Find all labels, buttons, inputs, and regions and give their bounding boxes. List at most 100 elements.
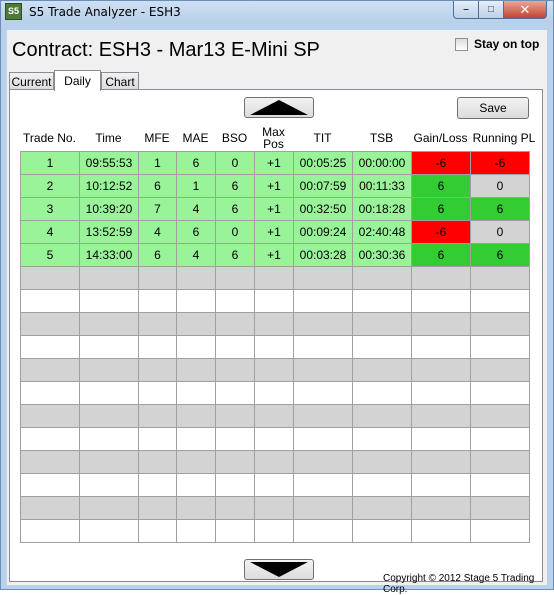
table-cell[interactable]	[254, 427, 294, 451]
table-cell[interactable]	[352, 473, 412, 497]
table-cell[interactable]	[411, 404, 471, 428]
empty-row[interactable]	[20, 266, 530, 290]
table-cell[interactable]	[176, 335, 216, 359]
table-cell[interactable]: 14:33:00	[79, 243, 139, 267]
table-cell[interactable]	[176, 266, 216, 290]
table-cell[interactable]	[352, 450, 412, 474]
table-cell[interactable]	[293, 381, 353, 405]
scroll-down-button[interactable]	[244, 559, 314, 580]
table-cell[interactable]: 09:55:53	[79, 151, 139, 175]
table-cell[interactable]	[411, 427, 471, 451]
table-cell[interactable]	[20, 473, 80, 497]
table-cell[interactable]: 4	[20, 220, 80, 244]
table-row[interactable]: 1 09:55:53 1 6 0 +1 00:05:25 00:00:00 -6 -6	[20, 151, 530, 175]
table-cell[interactable]	[293, 312, 353, 336]
table-cell[interactable]	[215, 312, 255, 336]
title-bar[interactable]: S5 S5 Trade Analyzer - ESH3 – □ ✕	[1, 1, 553, 23]
table-cell[interactable]	[176, 312, 216, 336]
scroll-up-button[interactable]	[244, 97, 314, 118]
table-cell[interactable]	[352, 519, 412, 543]
table-cell[interactable]	[138, 312, 177, 336]
table-cell[interactable]	[293, 335, 353, 359]
table-cell[interactable]	[254, 519, 294, 543]
maximize-button[interactable]: □	[479, 1, 504, 19]
column-header[interactable]: Trade No.	[20, 123, 79, 153]
table-cell[interactable]: -6	[411, 220, 471, 244]
table-cell[interactable]	[470, 496, 530, 520]
table-cell[interactable]	[352, 496, 412, 520]
table-cell[interactable]	[176, 427, 216, 451]
table-cell[interactable]: 02:40:48	[352, 220, 412, 244]
table-cell[interactable]	[79, 427, 139, 451]
table-cell[interactable]	[176, 381, 216, 405]
table-cell[interactable]	[79, 381, 139, 405]
table-cell[interactable]: 6	[138, 174, 177, 198]
table-cell[interactable]: 00:05:25	[293, 151, 353, 175]
table-cell[interactable]	[138, 335, 177, 359]
table-cell[interactable]	[79, 450, 139, 474]
table-cell[interactable]: 6	[215, 197, 255, 221]
column-header[interactable]: TSB	[352, 123, 411, 153]
table-cell[interactable]: 6	[176, 151, 216, 175]
table-row[interactable]: 5 14:33:00 6 4 6 +1 00:03:28 00:30:36 6 6	[20, 243, 530, 267]
table-cell[interactable]: 00:07:59	[293, 174, 353, 198]
table-cell[interactable]	[293, 519, 353, 543]
empty-row[interactable]	[20, 358, 530, 382]
table-cell[interactable]	[293, 427, 353, 451]
table-cell[interactable]	[254, 496, 294, 520]
table-cell[interactable]	[352, 358, 412, 382]
table-cell[interactable]	[215, 519, 255, 543]
table-cell[interactable]: 10:12:52	[79, 174, 139, 198]
empty-row[interactable]	[20, 289, 530, 313]
table-cell[interactable]: 00:32:50	[293, 197, 353, 221]
table-cell[interactable]	[411, 519, 471, 543]
table-cell[interactable]	[470, 473, 530, 497]
table-cell[interactable]: 00:09:24	[293, 220, 353, 244]
table-row[interactable]: 2 10:12:52 6 1 6 +1 00:07:59 00:11:33 6 0	[20, 174, 530, 198]
table-cell[interactable]	[254, 312, 294, 336]
table-row[interactable]: 3 10:39:20 7 4 6 +1 00:32:50 00:18:28 6 6	[20, 197, 530, 221]
table-cell[interactable]	[411, 312, 471, 336]
table-cell[interactable]	[352, 289, 412, 313]
table-cell[interactable]	[20, 358, 80, 382]
table-cell[interactable]: +1	[254, 151, 294, 175]
tab-current[interactable]: Current	[9, 72, 54, 90]
table-cell[interactable]	[470, 381, 530, 405]
table-cell[interactable]	[215, 266, 255, 290]
table-cell[interactable]: 00:30:36	[352, 243, 412, 267]
table-cell[interactable]: 3	[20, 197, 80, 221]
stay-on-top-control[interactable]: Stay on top	[455, 37, 539, 51]
table-cell[interactable]	[215, 473, 255, 497]
table-cell[interactable]	[470, 450, 530, 474]
table-cell[interactable]: 5	[20, 243, 80, 267]
table-cell[interactable]	[79, 335, 139, 359]
table-cell[interactable]: 0	[215, 220, 255, 244]
table-cell[interactable]	[411, 335, 471, 359]
table-cell[interactable]	[215, 427, 255, 451]
table-cell[interactable]: 7	[138, 197, 177, 221]
table-cell[interactable]	[215, 450, 255, 474]
table-cell[interactable]	[352, 266, 412, 290]
table-cell[interactable]	[293, 450, 353, 474]
column-header[interactable]: Max Pos	[254, 123, 293, 153]
table-cell[interactable]	[138, 427, 177, 451]
table-cell[interactable]	[138, 519, 177, 543]
table-cell[interactable]	[215, 335, 255, 359]
table-cell[interactable]	[176, 404, 216, 428]
tab-daily[interactable]: Daily	[54, 70, 101, 91]
table-cell[interactable]	[470, 519, 530, 543]
table-cell[interactable]	[411, 496, 471, 520]
table-cell[interactable]	[411, 266, 471, 290]
table-cell[interactable]: 6	[138, 243, 177, 267]
table-cell[interactable]	[470, 358, 530, 382]
table-cell[interactable]	[215, 358, 255, 382]
empty-row[interactable]	[20, 496, 530, 520]
table-cell[interactable]: 4	[176, 243, 216, 267]
table-cell[interactable]	[293, 496, 353, 520]
table-cell[interactable]	[254, 381, 294, 405]
column-header[interactable]: TIT	[293, 123, 352, 153]
table-cell[interactable]	[176, 358, 216, 382]
table-cell[interactable]	[20, 381, 80, 405]
table-cell[interactable]	[254, 335, 294, 359]
table-cell[interactable]	[254, 358, 294, 382]
